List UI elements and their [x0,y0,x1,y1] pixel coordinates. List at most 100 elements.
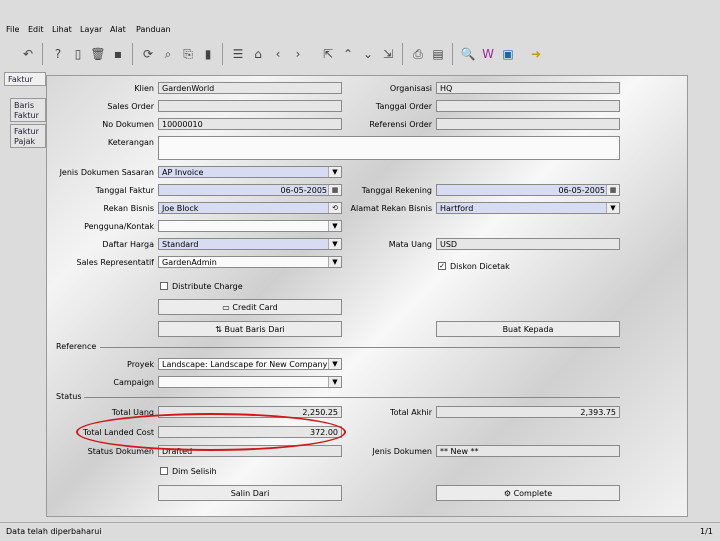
down-icon[interactable]: ⌄ [358,44,378,64]
find-icon[interactable]: ⌕ [158,44,178,64]
proyek-value: Landscape: Landscape for New Company [162,360,328,369]
chevron-down-icon[interactable]: ▼ [328,257,341,267]
print-icon[interactable]: ⎙ [408,44,428,64]
menu-file[interactable]: File [6,25,19,34]
menu-lihat[interactable]: Lihat [52,25,72,34]
menu-layar[interactable]: Layar [80,25,102,34]
sales-rep-value: GardenAdmin [162,258,217,267]
tanggal-faktur-value: 06-05-2005 [280,186,328,195]
gear-icon: ⚙ [503,489,514,498]
diskon-dicetak-checkbox[interactable]: ✓ [438,262,446,270]
jenis-dokumen-field[interactable]: ** New ** [436,445,620,457]
rekan-bisnis-label: Rekan Bisnis [103,204,154,213]
sales-order-field[interactable] [158,100,342,112]
print-preview-icon[interactable]: ▤ [428,44,448,64]
tab-faktur-pajak[interactable]: Faktur Pajak [10,124,46,148]
chevron-down-icon[interactable]: ▼ [328,359,341,369]
tanggal-rekening-value: 06-05-2005 [558,186,606,195]
buat-baris-dari-label: Buat Baris Dari [224,325,285,334]
dim-selisih-checkbox[interactable] [160,467,168,475]
toolbar-separator [42,43,43,65]
daftar-harga-select[interactable]: Standard ▼ [158,238,342,250]
rekan-bisnis-field[interactable]: Joe Block ⟲ [158,202,342,214]
tab-baris-faktur[interactable]: Baris Faktur [10,98,46,122]
chevron-down-icon[interactable]: ▼ [606,203,619,213]
campaign-select[interactable]: ▼ [158,376,342,388]
report-icon[interactable]: ☰ [228,44,248,64]
proyek-label: Proyek [127,360,154,369]
jenis-dokumen-sasaran-select[interactable]: AP Invoice ▼ [158,166,342,178]
referensi-order-field[interactable] [436,118,620,130]
menu-edit[interactable]: Edit [28,25,44,34]
previous-icon[interactable]: ‹ [268,44,288,64]
toolbar-separator [452,43,453,65]
history-icon[interactable]: ▮ [198,44,218,64]
chevron-down-icon[interactable]: ▼ [328,221,341,231]
save-icon[interactable]: ▪ [108,44,128,64]
menu-alat[interactable]: Alat [110,25,126,34]
total-akhir-field[interactable]: 2,393.75 [436,406,620,418]
credit-card-button[interactable]: ▭ Credit Card [158,299,342,315]
menu-bar: File Edit Lihat Layar Alat Panduan [0,21,720,39]
buat-baris-dari-button[interactable]: ⇅ Buat Baris Dari [158,321,342,337]
complete-button[interactable]: ⚙ Complete [436,485,620,501]
toolbar: ↶ ? ▯ 🗑 ▪ ⟳ ⌕ ⎘ ▮ ☰ ⌂ ‹ › ⇱ ⌃ ⌄ ⇲ ⎙ ▤ 🔍 … [0,40,720,70]
total-akhir-label: Total Akhir [390,408,432,417]
exit-icon[interactable]: ➜ [526,44,546,64]
up-icon[interactable]: ⌃ [338,44,358,64]
status-bar: Data telah diperbaharui 1/1 [0,522,720,541]
chevron-down-icon[interactable]: ▼ [328,239,341,249]
sales-order-label: Sales Order [107,102,154,111]
status-section-title: Status [56,392,82,401]
sales-rep-select[interactable]: GardenAdmin ▼ [158,256,342,268]
status-divider [84,397,620,398]
attachment-icon[interactable]: ⎘ [178,44,198,64]
jenis-dokumen-sasaran-label: Jenis Dokumen Sasaran [59,168,154,177]
credit-card-icon: ▭ [222,303,233,312]
delete-icon[interactable]: 🗑 [88,44,108,64]
organisasi-field[interactable]: HQ [436,82,620,94]
up-icon[interactable]: ⇱ [318,44,338,64]
no-dokumen-field[interactable]: 10000010 [158,118,342,130]
sales-rep-label: Sales Representatif [76,258,154,267]
proyek-select[interactable]: Landscape: Landscape for New Company ▼ [158,358,342,370]
record-counter: 1/1 [700,527,713,536]
zoom-icon[interactable]: 🔍 [458,44,478,64]
no-dokumen-label: No Dokumen [102,120,154,129]
complete-button-label: Complete [513,489,553,498]
menu-panduan[interactable]: Panduan [136,25,171,34]
undo-icon[interactable]: ↶ [18,44,38,64]
detail-icon[interactable]: ⇲ [378,44,398,64]
tanggal-faktur-label: Tanggal Faktur [95,186,154,195]
pengguna-kontak-select[interactable]: ▼ [158,220,342,232]
refresh-icon[interactable]: ⟳ [138,44,158,64]
archive-icon[interactable]: ⌂ [248,44,268,64]
tanggal-order-field[interactable] [436,100,620,112]
request-icon[interactable]: ▣ [498,44,518,64]
distribute-charge-label: Distribute Charge [172,282,243,291]
referensi-order-label: Referensi Order [369,120,432,129]
keterangan-field[interactable] [158,136,620,160]
buat-kepada-button[interactable]: Buat Kepada [436,321,620,337]
toolbar-separator [402,43,403,65]
chevron-down-icon[interactable]: ▼ [328,167,341,177]
tanggal-faktur-field[interactable]: 06-05-2005 ▦ [158,184,342,196]
mata-uang-field[interactable]: USD [436,238,620,250]
tab-faktur[interactable]: Faktur [4,72,46,86]
new-icon[interactable]: ▯ [68,44,88,64]
highlight-ellipse [76,413,346,451]
alamat-rekan-bisnis-select[interactable]: Hartford ▼ [436,202,620,214]
calendar-icon[interactable]: ▦ [328,185,341,195]
calendar-icon[interactable]: ▦ [606,185,619,195]
help-icon[interactable]: ? [48,44,68,64]
klien-field[interactable]: GardenWorld [158,82,342,94]
workflow-icon[interactable]: W [478,44,498,64]
chevron-down-icon[interactable]: ▼ [328,377,341,387]
tanggal-rekening-field[interactable]: 06-05-2005 ▦ [436,184,620,196]
parent-icon[interactable]: › [288,44,308,64]
distribute-charge-checkbox[interactable] [160,282,168,290]
organisasi-label: Organisasi [389,84,432,93]
alamat-rekan-bisnis-value: Hartford [440,204,474,213]
salin-dari-button[interactable]: Salin Dari [158,485,342,501]
klien-label: Klien [134,84,154,93]
